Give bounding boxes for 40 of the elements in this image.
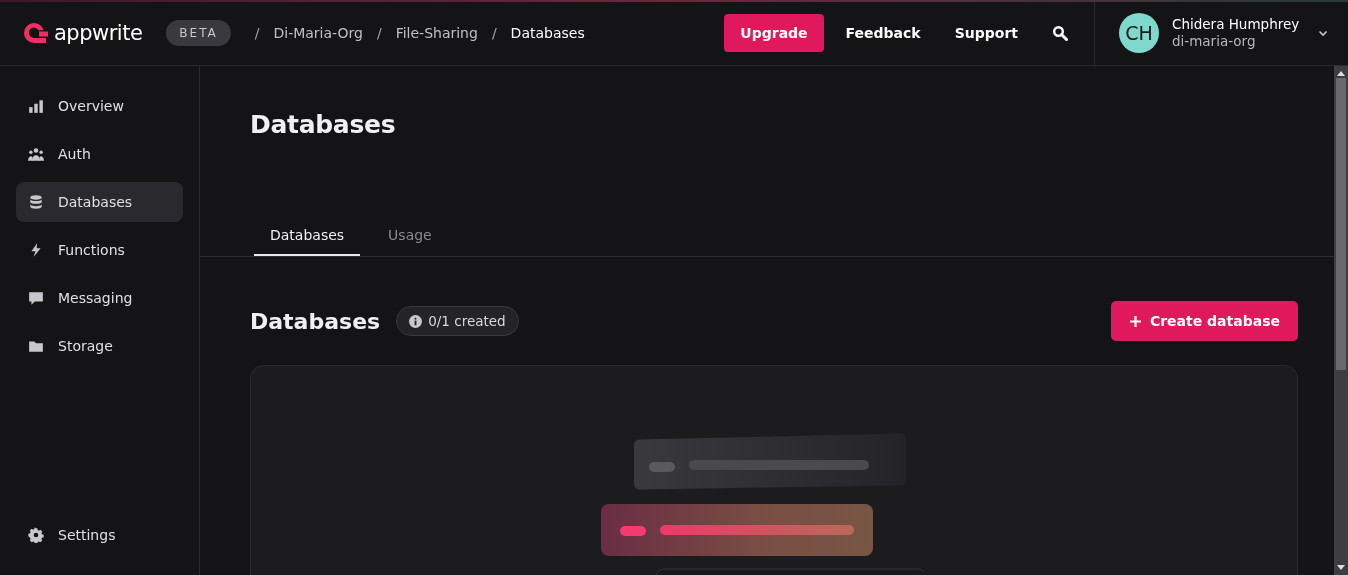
breadcrumb-link[interactable]: File-Sharing [395,24,478,41]
create-database-button[interactable]: Create database [1110,301,1298,341]
breadcrumb-separator: / [254,24,260,41]
search-icon[interactable] [1052,24,1068,41]
settings-icon [28,527,44,543]
page-title: Databases [250,110,397,139]
tab[interactable]: Usage [372,219,448,256]
folder-icon [28,338,44,354]
info-icon [409,314,423,328]
breadcrumb-link[interactable]: Databases [510,24,585,41]
scroll-up-icon[interactable] [1337,70,1345,76]
users-icon [28,146,44,162]
header-link[interactable]: Support [942,13,1030,52]
sidebar-item[interactable]: Functions [16,230,183,270]
breadcrumb-separator: / [376,24,382,41]
scroll-down-icon[interactable] [1337,565,1345,571]
sidebar-item[interactable]: Auth [16,134,183,174]
chart-icon [28,98,44,114]
sidebar-item[interactable]: Overview [16,86,183,126]
plus-icon [1128,314,1142,328]
message-icon [28,290,44,306]
beta-badge: BETA [166,19,231,46]
tab[interactable]: Databases [254,219,361,256]
sidebar-item[interactable]: Databases [16,182,183,222]
sidebar-item[interactable]: Storage [16,326,183,366]
sidebar-item[interactable]: Settings [16,515,183,555]
breadcrumb-link[interactable]: Di-Maria-Org [273,24,363,41]
org-name: di-maria-org [1172,33,1257,49]
user-name: Chidera Humphrey [1172,16,1300,32]
breadcrumb-separator: / [491,24,497,41]
database-icon [28,194,44,210]
scrollbar[interactable] [1334,66,1348,575]
count-text: 0/1 created [428,313,506,329]
header-link[interactable]: Feedback [833,13,933,52]
sidebar-item[interactable]: Messaging [16,278,183,318]
avatar[interactable]: CH [1119,12,1159,53]
logo-icon [24,22,48,43]
logo-text: appwrite [54,20,143,45]
upgrade-button[interactable]: Upgrade [724,13,824,52]
section-title: Databases [250,308,381,334]
